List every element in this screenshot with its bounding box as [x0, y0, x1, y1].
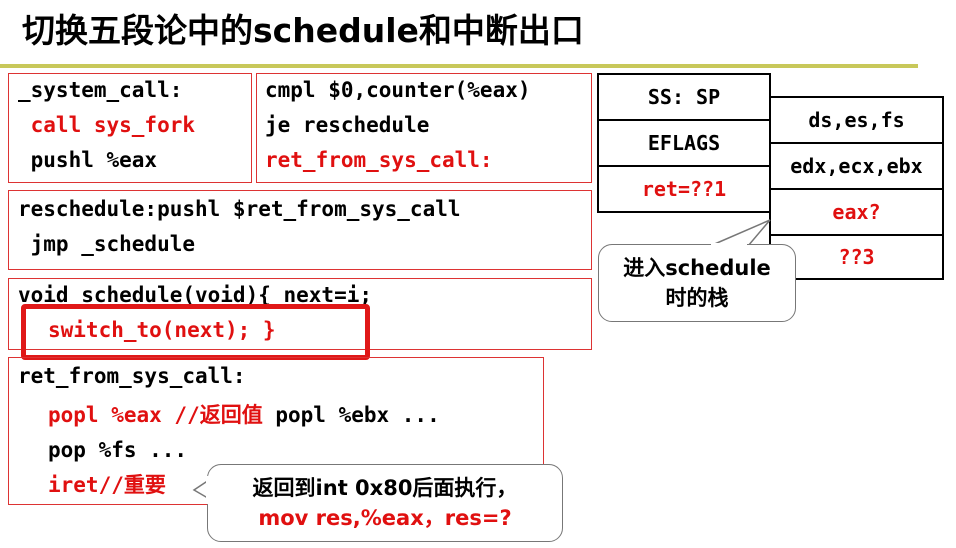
callout-iret-pointer-cover: [206, 476, 210, 504]
popl-eax-return: popl %eax //返回值: [48, 403, 263, 427]
call-sys-fork: call sys_fork: [18, 113, 196, 137]
popl-ebx: popl %ebx ...: [262, 403, 440, 427]
callout-schedule-line2: 时的栈: [665, 286, 729, 310]
page-title: 切换五段论中的schedule和中断出口: [22, 11, 584, 50]
popl-line: popl %eax //返回值 popl %ebx ...: [48, 405, 440, 426]
cmpl-counter: cmpl $0,counter(%eax): [265, 78, 531, 102]
callout-iret-line2: mov res,%eax，res=?: [258, 506, 512, 530]
callout-schedule-stack: 进入schedule 时的栈: [598, 244, 796, 322]
stack-eflags: EFLAGS: [597, 119, 771, 167]
system-call-label: _system_call:: [18, 78, 183, 102]
callout-stack-pointer-cover: [711, 243, 747, 247]
stack-ret-1: ret=??1: [597, 165, 771, 213]
callout-schedule-line1: 进入schedule: [623, 256, 771, 280]
ret-from-sys-call-heading: ret_from_sys_call:: [18, 364, 246, 388]
title-underline: [0, 64, 918, 68]
stack-ss-sp: SS: SP: [597, 73, 771, 121]
pop-fs: pop %fs ...: [48, 438, 188, 462]
switch-to-highlight: [21, 304, 370, 360]
ret-from-sys-call-label: ret_from_sys_call:: [265, 148, 493, 172]
callout-iret-return: 返回到int 0x80后面执行， mov res,%eax，res=?: [207, 464, 563, 542]
jmp-schedule: jmp _schedule: [18, 232, 196, 256]
schedule-signature: void schedule(void){ next=i;: [18, 283, 373, 307]
iret-important: iret//重要: [48, 473, 166, 497]
stack-edx-ecx-ebx: edx,ecx,ebx: [769, 142, 944, 190]
je-reschedule: je reschedule: [265, 113, 430, 137]
callout-iret-line1: 返回到int 0x80后面执行，: [252, 476, 518, 500]
stack-ds-es-fs: ds,es,fs: [769, 96, 944, 144]
stack-eax: eax?: [769, 188, 944, 236]
reschedule-pushl: reschedule:pushl $ret_from_sys_call: [18, 197, 461, 221]
pushl-eax: pushl %eax: [18, 148, 158, 172]
